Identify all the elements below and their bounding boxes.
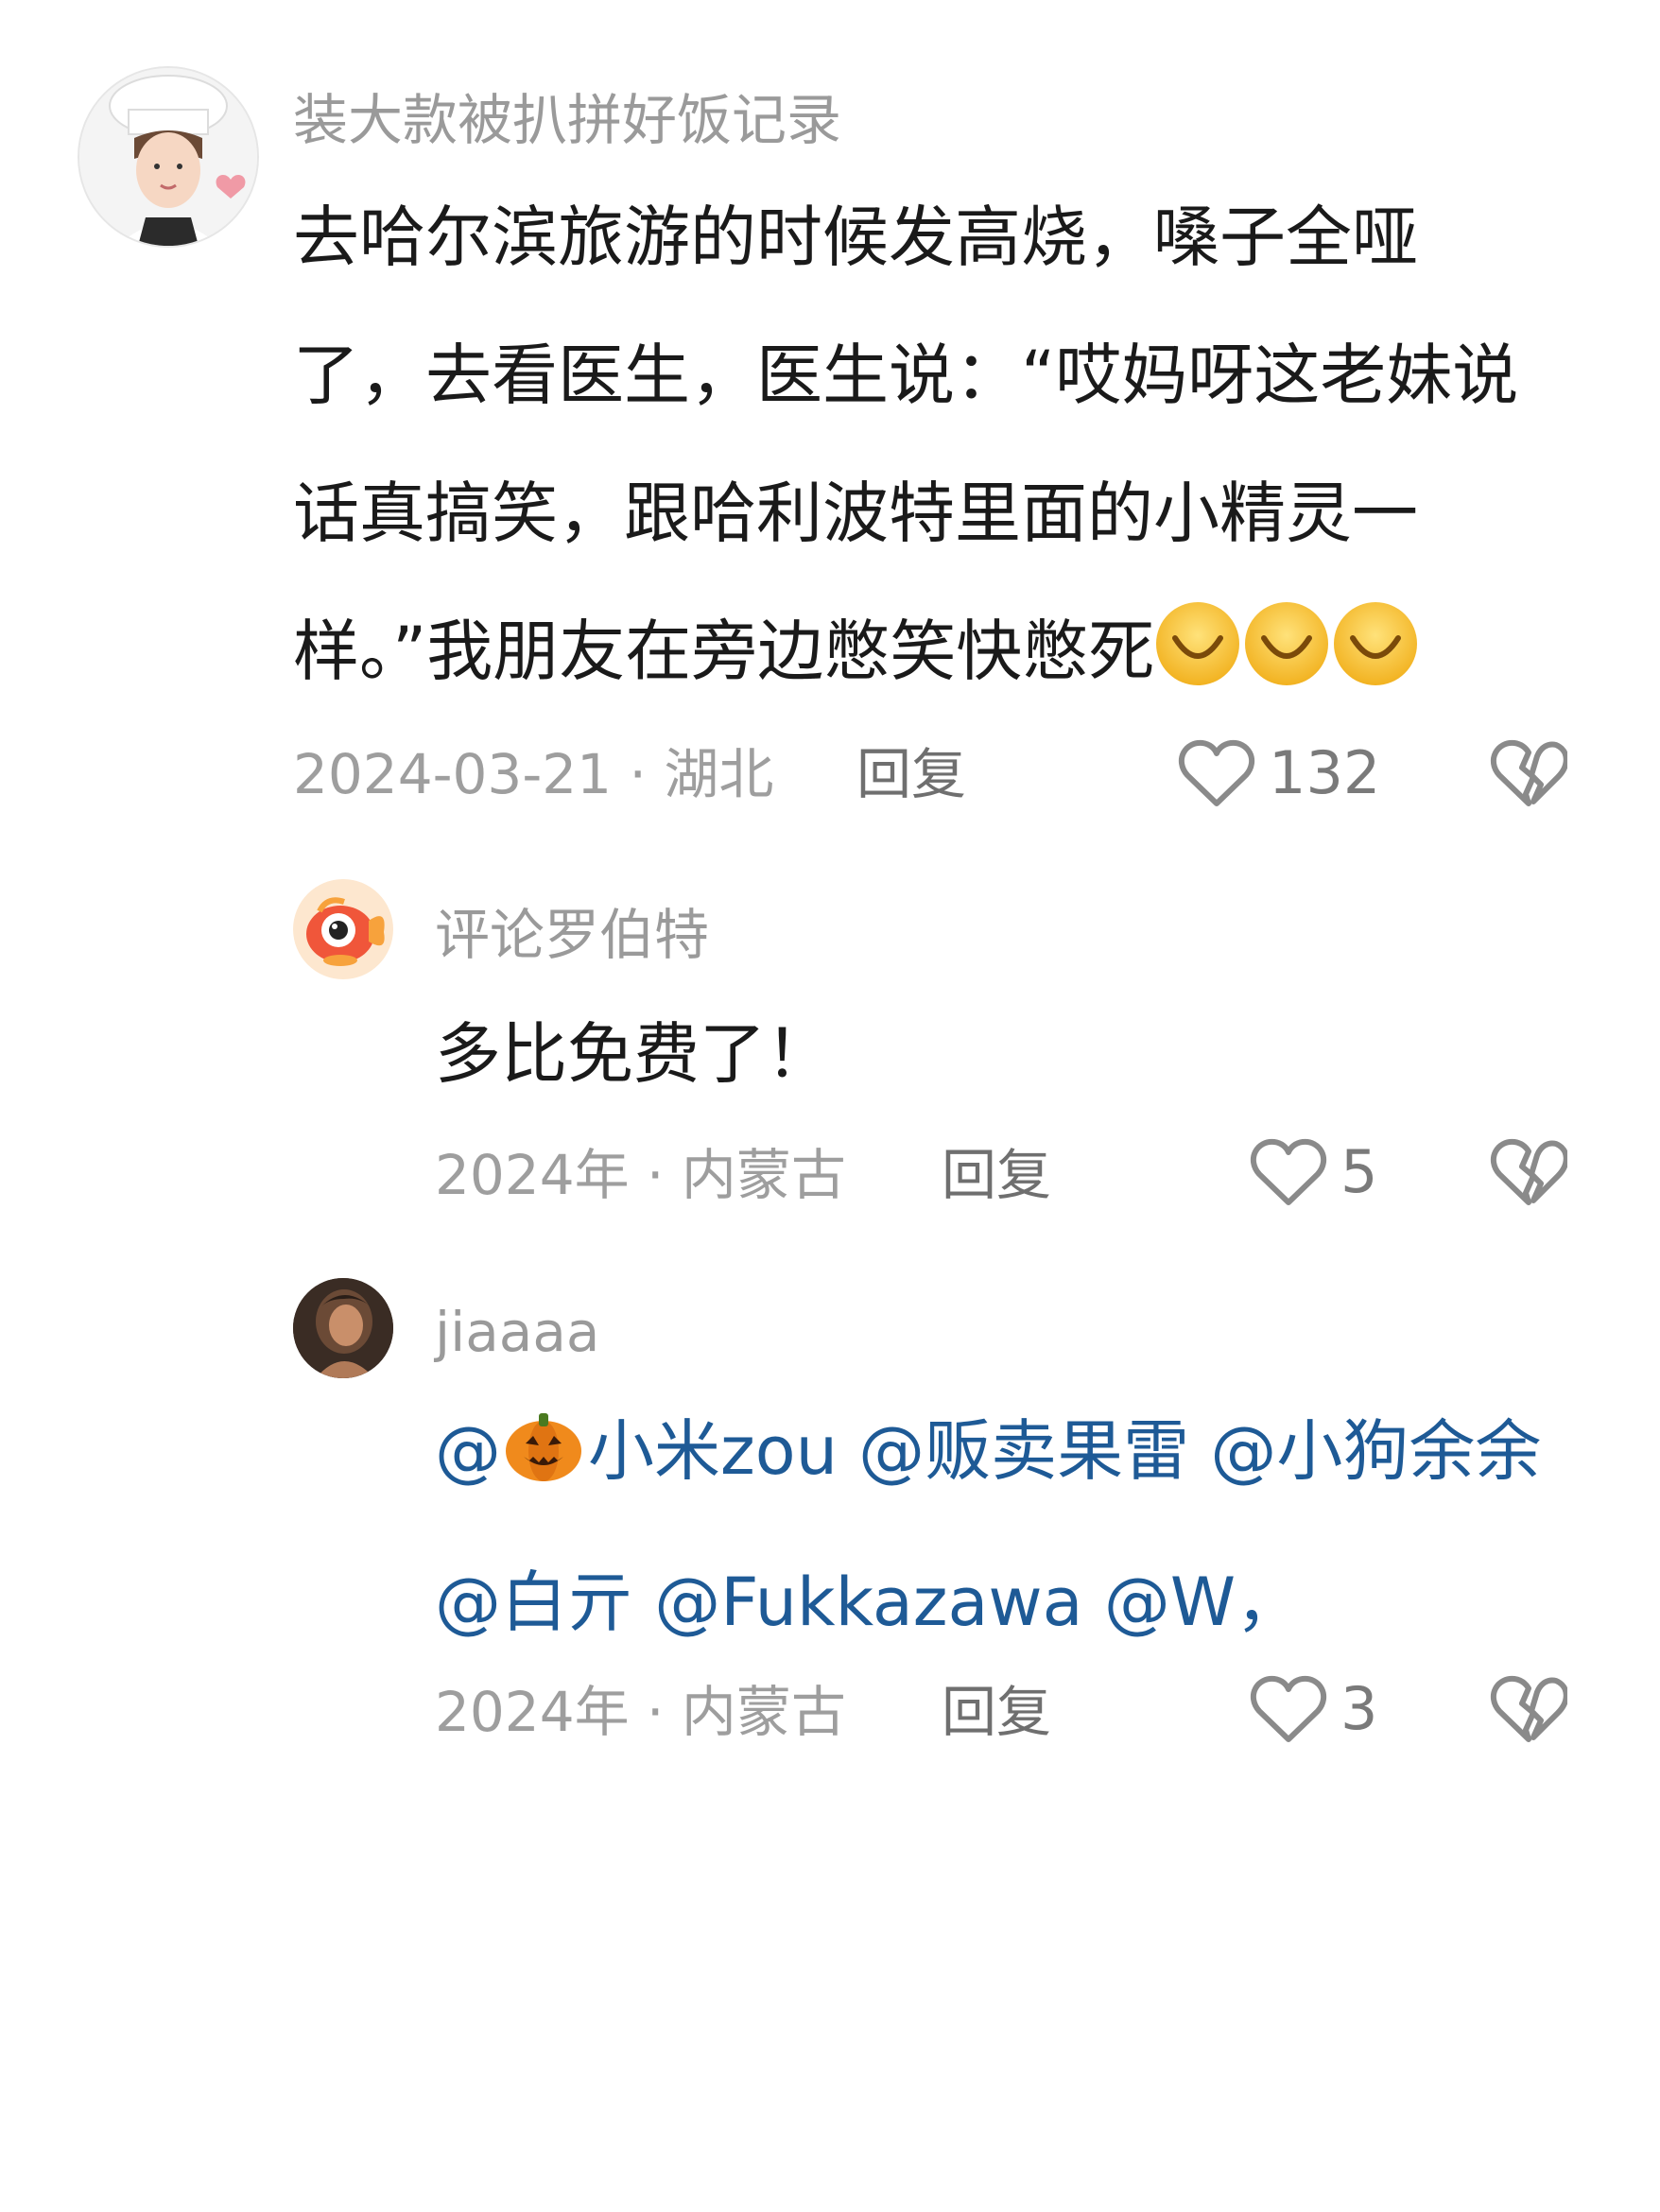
avatar-jiaaaa[interactable]: [293, 1278, 393, 1378]
like-count: 3: [1340, 1674, 1378, 1743]
reply-button[interactable]: 回复: [856, 747, 966, 802]
dislike-button[interactable]: [1490, 1671, 1569, 1747]
comment-meta: 2024年 · 内蒙古: [435, 1680, 846, 1744]
mentions-line: @ 小米zou @贩卖果雷 @小狗余余: [435, 1382, 1541, 1533]
comment-meta: 2024-03-21 · 湖北: [293, 742, 774, 806]
username[interactable]: jiaaaa: [435, 1305, 599, 1359]
avatar-robot[interactable]: [293, 879, 393, 979]
like-button[interactable]: 5: [1250, 1134, 1377, 1210]
pumpkin-emoji-icon: [501, 1395, 586, 1533]
mention-list[interactable]: 小米zou @贩卖果雷 @小狗余余: [588, 1412, 1541, 1490]
comment-text: 去哈尔滨旅游的时候发高烧，嗓子全哑 了，去看医生，医生说：“哎妈呀这老妹说 话真…: [293, 168, 1518, 734]
comment-line: 话真搞笑，跟哈利波特里面的小精灵一: [293, 475, 1418, 552]
like-count: 5: [1340, 1137, 1378, 1206]
username[interactable]: 评论罗伯特: [435, 907, 709, 962]
chef-avatar-image: [79, 68, 257, 246]
comment-line-last: 样。”我朋友在旁边憋笑快憋死: [293, 582, 1518, 734]
heart-outline-icon: [1179, 739, 1254, 806]
like-count: 132: [1269, 738, 1381, 807]
broken-heart-icon: [1491, 739, 1569, 806]
comment-text: 多比免费了！: [435, 985, 832, 1123]
reply-button[interactable]: 回复: [942, 1148, 1051, 1202]
comment-line-text: 样。”我朋友在旁边憋笑快憋死: [293, 613, 1155, 690]
reply-button[interactable]: 回复: [942, 1685, 1051, 1739]
smile-emoji-icon: [1332, 596, 1419, 734]
comment-line: 了，去看医生，医生说：“哎妈呀这老妹说: [293, 337, 1519, 414]
heart-outline-icon: [1251, 1138, 1326, 1205]
like-button[interactable]: 132: [1178, 735, 1380, 811]
fish-mascot-avatar-image: [293, 879, 393, 979]
comment-line: 去哈尔滨旅游的时候发高烧，嗓子全哑: [293, 199, 1418, 276]
smile-emoji-icon: [1243, 596, 1330, 734]
mention-at[interactable]: @: [435, 1412, 501, 1490]
heart-outline-icon: [1251, 1675, 1326, 1742]
avatar-chef[interactable]: [78, 66, 259, 248]
dislike-button[interactable]: [1490, 735, 1569, 811]
broken-heart-icon: [1491, 1675, 1569, 1742]
smile-emoji-icon: [1154, 596, 1241, 734]
person-avatar-image: [293, 1278, 393, 1378]
comment-line: 多比免费了！: [435, 1015, 832, 1093]
comment-text: @ 小米zou @贩卖果雷 @小狗余余 @白亓 @Fukkazawa @W，: [435, 1382, 1541, 1671]
mentions-line[interactable]: @白亓 @Fukkazawa @W，: [435, 1533, 1541, 1671]
username[interactable]: 装大款被扒拼好饭记录: [293, 93, 841, 147]
dislike-button[interactable]: [1490, 1134, 1569, 1210]
comment-meta: 2024年 · 内蒙古: [435, 1143, 846, 1207]
like-button[interactable]: 3: [1250, 1671, 1377, 1747]
broken-heart-icon: [1491, 1138, 1569, 1205]
